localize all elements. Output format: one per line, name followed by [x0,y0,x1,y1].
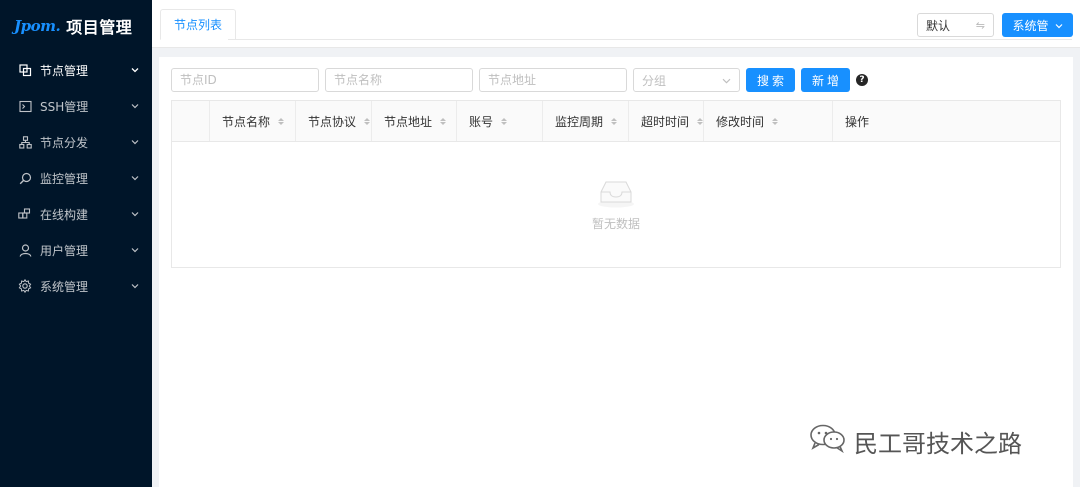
sidebar: Jpom. 项目管理 节点管理 SSH管理 节点分发 监控管理 在线构建 用户管… [0,0,152,487]
sidebar-item-node-manage[interactable]: 节点管理 [0,52,152,88]
sort-icon[interactable] [697,117,703,125]
table-header: 节点名称 节点协议 节点地址 账号 监控周期 超时时间 修改时间 操作 [172,101,1060,142]
sidebar-item-node-distribute[interactable]: 节点分发 [0,124,152,160]
chevron-down-icon [130,173,140,183]
sidebar-item-online-build[interactable]: 在线构建 [0,196,152,232]
question-icon[interactable]: ? [856,74,868,86]
sort-icon[interactable] [440,117,447,125]
chevron-down-icon [722,73,731,87]
gear-icon [18,279,32,293]
table-header-cell[interactable]: 监控周期 [543,101,629,141]
table-header-cell: 操作 [833,101,1060,141]
add-node-button[interactable]: 新增 [801,68,850,92]
table-header-cell[interactable]: 节点协议 [296,101,372,141]
table-header-cell[interactable]: 修改时间 [704,101,833,141]
watermark: 民工哥技术之路 [808,423,1022,459]
table-header-selection [172,101,210,141]
table-empty-state: 暂无数据 [172,142,1060,267]
node-address-input[interactable] [479,68,627,92]
chevron-down-icon [130,281,140,291]
empty-inbox-icon [595,178,637,211]
empty-text: 暂无数据 [591,216,640,231]
sidebar-item-label: 用户管理 [40,243,89,258]
logo[interactable]: Jpom. 项目管理 [0,0,152,52]
group-select-placeholder: 分组 [642,73,667,88]
column-label: 监控周期 [555,114,604,129]
table-header-cell[interactable]: 节点地址 [372,101,457,141]
workspace-select-value: 默认 [926,18,951,33]
sidebar-item-ssh-manage[interactable]: SSH管理 [0,88,152,124]
cluster-icon [18,135,32,149]
sort-icon[interactable] [611,117,618,125]
node-name-input[interactable] [325,68,473,92]
watermark-text: 民工哥技术之路 [854,429,1022,458]
sort-icon[interactable] [772,117,779,125]
chevron-down-icon [130,137,140,147]
sort-icon[interactable] [501,117,508,125]
wechat-icon [808,423,848,459]
table-header-cell[interactable]: 节点名称 [210,101,296,141]
sidebar-item-label: 监控管理 [40,171,89,186]
chevron-down-icon [130,101,140,111]
app-title: 项目管理 [66,18,133,37]
user-icon [18,243,32,257]
column-label: 操作 [845,114,870,129]
sidebar-item-user-manage[interactable]: 用户管理 [0,232,152,268]
top-header: 节点列表 默认 ⇋ 系统管 [152,0,1080,48]
filter-toolbar: 分组 搜索 新增 ? [171,68,868,92]
sort-icon[interactable] [364,117,371,125]
group-select[interactable]: 分组 [633,68,740,92]
sidebar-menu: 节点管理 SSH管理 节点分发 监控管理 在线构建 用户管理 系统管理 [0,52,152,304]
column-label: 节点名称 [222,114,271,129]
column-label: 账号 [469,114,494,129]
chevron-down-icon [130,65,140,75]
node-id-input[interactable] [171,68,319,92]
sidebar-item-label: 节点分发 [40,135,89,150]
table-header-cell[interactable]: 超时时间 [629,101,704,141]
table-header-cell[interactable]: 账号 [457,101,543,141]
sort-icon[interactable] [278,117,285,125]
monitor-search-icon [18,171,32,185]
workspace-select[interactable]: 默认 ⇋ [917,13,994,37]
sidebar-item-label: 系统管理 [40,279,89,294]
tab-node-list[interactable]: 节点列表 [160,9,237,40]
build-blocks-icon [18,207,32,221]
sidebar-item-label: 在线构建 [40,207,89,222]
chevron-down-icon [1055,18,1063,32]
chevron-down-icon [130,209,140,219]
column-label: 节点地址 [384,114,433,129]
terminal-icon [18,99,32,113]
column-label: 超时时间 [641,114,690,129]
swap-icon: ⇋ [975,18,985,32]
tab-divider [228,39,1072,40]
sidebar-item-monitor-manage[interactable]: 监控管理 [0,160,152,196]
sidebar-item-label: SSH管理 [40,99,89,114]
column-label: 节点协议 [308,114,357,129]
copy-icon [18,63,32,77]
column-label: 修改时间 [716,114,765,129]
logo-mark: Jpom. [14,17,61,35]
search-button[interactable]: 搜索 [746,68,795,92]
system-menu-label: 系统管 [1012,18,1049,33]
sidebar-item-label: 节点管理 [40,63,89,78]
chevron-down-icon [130,245,140,255]
sidebar-item-system-manage[interactable]: 系统管理 [0,268,152,304]
system-menu-button[interactable]: 系统管 [1002,13,1073,37]
node-table: 节点名称 节点协议 节点地址 账号 监控周期 超时时间 修改时间 操作 暂无数据 [171,100,1061,268]
